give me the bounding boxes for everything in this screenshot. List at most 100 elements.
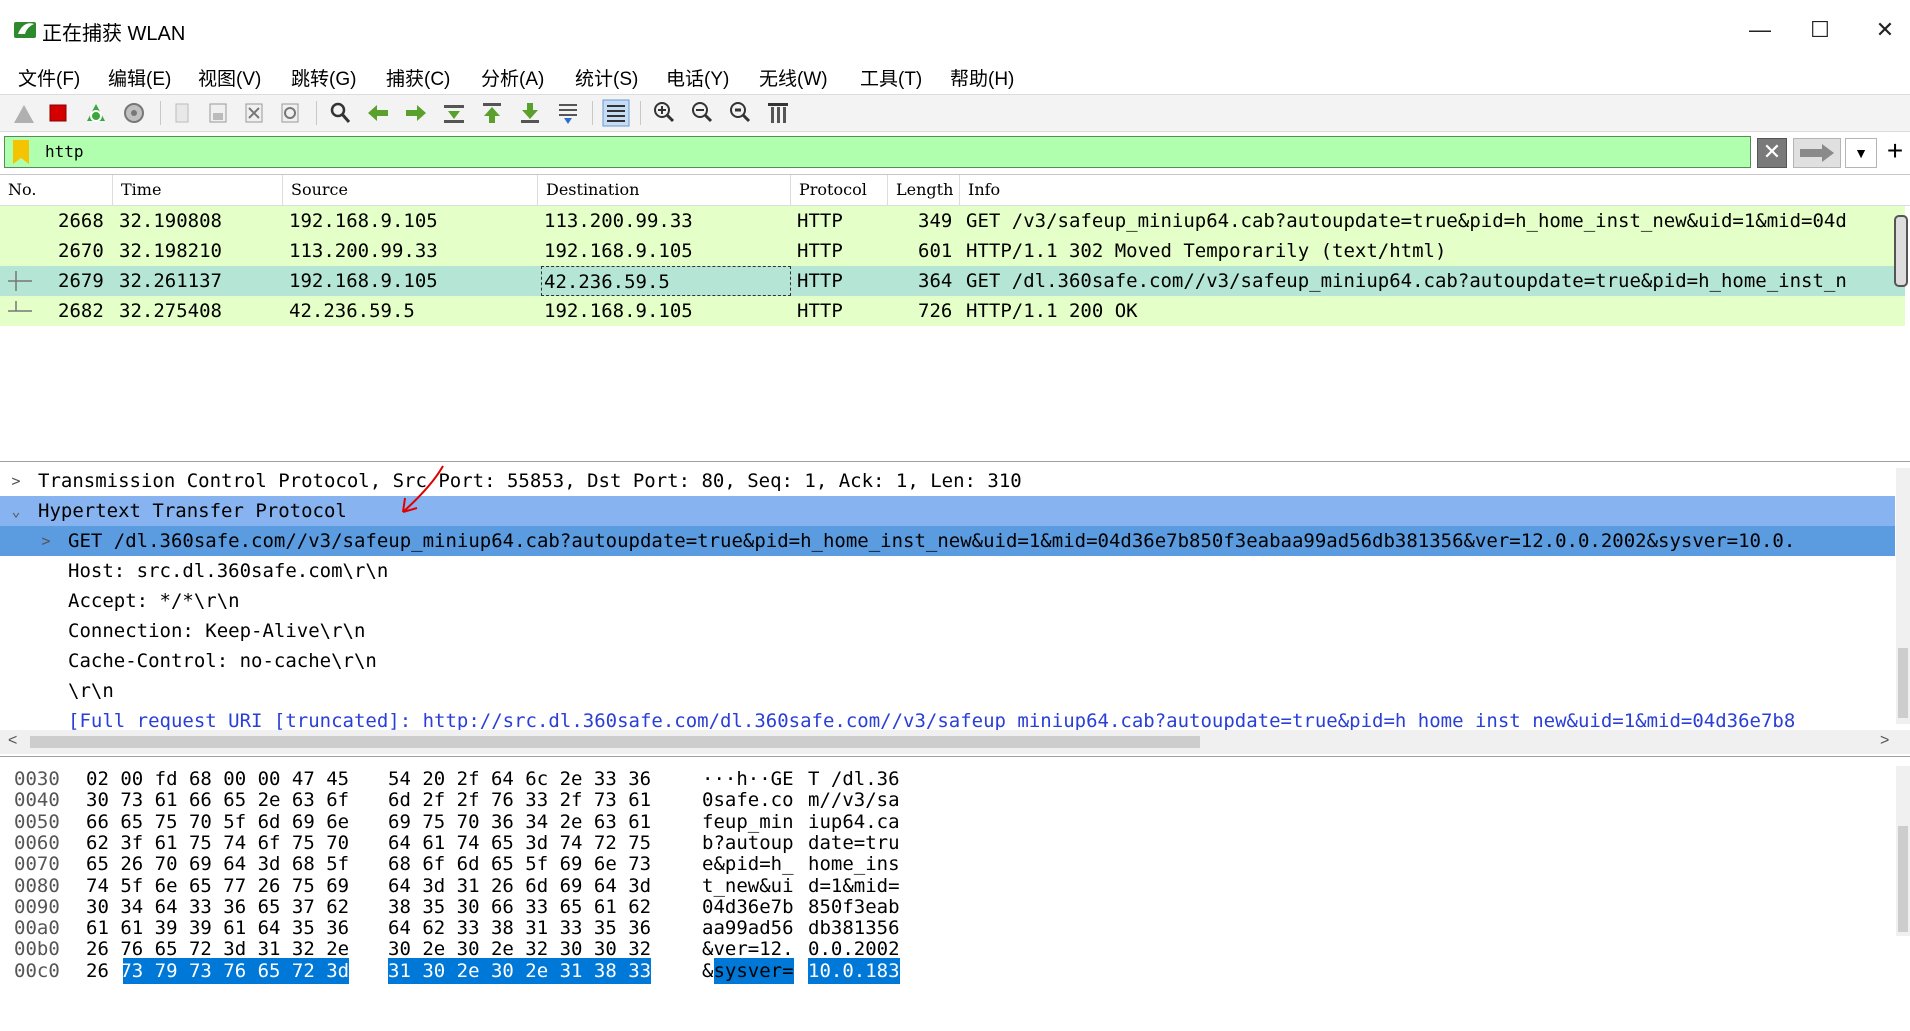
tree-item-tcp[interactable]: > Transmission Control Protocol, Src Por… bbox=[0, 466, 1895, 496]
packet-list-scrollbar[interactable] bbox=[1894, 215, 1908, 287]
red-arrow-annotation-icon bbox=[402, 465, 444, 513]
menu-file[interactable]: 文件(F) bbox=[14, 62, 84, 93]
zoom-in-icon[interactable] bbox=[650, 99, 678, 127]
hex-byte[interactable]: 26 bbox=[86, 960, 120, 982]
tree-item-label: \r\n bbox=[68, 680, 114, 702]
filter-history-dropdown[interactable]: ▼ bbox=[1845, 138, 1877, 168]
packet-length: 349 bbox=[918, 210, 953, 232]
restart-capture-icon[interactable] bbox=[82, 99, 110, 127]
menu-go[interactable]: 跳转(G) bbox=[287, 62, 360, 93]
byte-offset[interactable]: 00c0 bbox=[14, 958, 60, 984]
colorize-icon[interactable] bbox=[602, 99, 630, 127]
bytes-scroll-thumb[interactable] bbox=[1898, 826, 1908, 932]
packet-time: 32.275408 bbox=[119, 300, 222, 322]
packet-bytes-pane: 0030 02 00 fd 68 00 00 47 45 54 20 2f 64 6… bbox=[0, 758, 1910, 1031]
arrow-right-icon bbox=[1800, 144, 1834, 162]
packet-list: No. Time Source Destination Protocol Len… bbox=[0, 174, 1910, 462]
tree-item-label: Cache-Control: no-cache\r\n bbox=[68, 650, 377, 672]
packet-row[interactable]: 2682 32.275408 42.236.59.5 192.168.9.105… bbox=[0, 296, 1905, 326]
packet-destination: 192.168.9.105 bbox=[544, 300, 693, 322]
tree-item-http[interactable]: ⌄ Hypertext Transfer Protocol bbox=[0, 496, 1895, 526]
go-back-icon[interactable] bbox=[364, 99, 392, 127]
display-filter-box bbox=[4, 136, 1751, 168]
add-filter-button[interactable]: + bbox=[1882, 137, 1908, 166]
column-no[interactable]: No. bbox=[0, 175, 113, 205]
zoom-normal-icon[interactable] bbox=[726, 99, 754, 127]
tree-item-request-line[interactable]: > GET /dl.360safe.com//v3/safeup_miniup6… bbox=[0, 526, 1895, 556]
bytes-vertical-scrollbar[interactable] bbox=[1896, 766, 1910, 936]
column-source[interactable]: Source bbox=[283, 175, 538, 205]
close-file-icon[interactable] bbox=[240, 99, 268, 127]
display-filter-input[interactable] bbox=[45, 139, 1745, 163]
main-toolbar bbox=[0, 94, 1910, 132]
auto-scroll-icon[interactable] bbox=[554, 99, 582, 127]
packet-info: HTTP/1.1 302 Moved Temporarily (text/htm… bbox=[966, 240, 1447, 262]
apply-filter-button[interactable] bbox=[1793, 138, 1841, 168]
menu-statistics[interactable]: 统计(S) bbox=[571, 62, 642, 93]
scroll-right-icon[interactable]: > bbox=[1880, 732, 1889, 750]
column-protocol[interactable]: Protocol bbox=[791, 175, 888, 205]
expand-arrow-icon[interactable]: > bbox=[36, 526, 56, 556]
hex-bytes-group[interactable]: 31 30 2e 30 2e 31 38 33 bbox=[388, 958, 652, 984]
column-info[interactable]: Info bbox=[960, 175, 1905, 205]
menu-capture[interactable]: 捕获(C) bbox=[382, 62, 454, 93]
menu-tools[interactable]: 工具(T) bbox=[856, 62, 926, 93]
ascii-group[interactable]: 10.0.183 bbox=[808, 958, 900, 984]
packet-source: 192.168.9.105 bbox=[289, 210, 438, 232]
menu-telephony[interactable]: 电话(Y) bbox=[662, 62, 733, 93]
packet-no: 2668 bbox=[58, 210, 104, 232]
scroll-left-icon[interactable]: < bbox=[8, 732, 17, 750]
menu-analyze[interactable]: 分析(A) bbox=[477, 62, 548, 93]
go-last-packet-icon[interactable] bbox=[516, 99, 544, 127]
maximize-button[interactable]: ☐ bbox=[1790, 10, 1850, 50]
column-time[interactable]: Time bbox=[113, 175, 283, 205]
menu-bar: 文件(F) 编辑(E) 视图(V) 跳转(G) 捕获(C) 分析(A) 统计(S… bbox=[0, 58, 1910, 94]
packet-time: 32.198210 bbox=[119, 240, 222, 262]
menu-edit[interactable]: 编辑(E) bbox=[104, 62, 175, 93]
expand-arrow-icon[interactable]: > bbox=[6, 466, 26, 496]
details-horizontal-scrollbar[interactable]: < > bbox=[0, 730, 1910, 754]
go-first-packet-icon[interactable] bbox=[478, 99, 506, 127]
title-bar: 正在捕获 WLAN — ☐ ✕ bbox=[0, 0, 1910, 59]
packet-no: 2670 bbox=[58, 240, 104, 262]
details-hscroll-thumb[interactable] bbox=[30, 736, 1200, 748]
chevron-down-icon: ▼ bbox=[1854, 145, 1868, 161]
column-length[interactable]: Length bbox=[888, 175, 960, 205]
open-file-icon[interactable] bbox=[168, 99, 196, 127]
close-button[interactable]: ✕ bbox=[1855, 10, 1910, 50]
packet-protocol: HTTP bbox=[797, 210, 843, 232]
collapse-arrow-icon[interactable]: ⌄ bbox=[6, 496, 26, 526]
packet-row[interactable]: 2668 32.190808 192.168.9.105 113.200.99.… bbox=[0, 206, 1905, 236]
menu-help[interactable]: 帮助(H) bbox=[946, 62, 1018, 93]
minimize-button[interactable]: — bbox=[1730, 10, 1790, 50]
go-to-packet-icon[interactable] bbox=[440, 99, 468, 127]
window-title: 正在捕获 WLAN bbox=[42, 23, 186, 45]
packet-length: 601 bbox=[918, 240, 953, 262]
details-scroll-thumb[interactable] bbox=[1898, 648, 1908, 718]
ascii-group[interactable]: &sysver= bbox=[702, 958, 794, 984]
zoom-out-icon[interactable] bbox=[688, 99, 716, 127]
tree-item-label: Transmission Control Protocol, Src Port:… bbox=[38, 470, 1022, 492]
hex-bytes-selected[interactable]: 73 79 73 76 65 72 3d bbox=[120, 960, 349, 982]
start-capture-icon[interactable] bbox=[10, 99, 38, 127]
reload-file-icon[interactable] bbox=[276, 99, 304, 127]
packet-length: 726 bbox=[918, 300, 953, 322]
packet-info: GET /dl.360safe.com//v3/safeup_miniup64.… bbox=[966, 270, 1847, 292]
menu-view[interactable]: 视图(V) bbox=[194, 62, 265, 93]
packet-details-pane: > Transmission Control Protocol, Src Por… bbox=[0, 462, 1910, 757]
menu-wireless[interactable]: 无线(W) bbox=[755, 62, 832, 93]
column-destination[interactable]: Destination bbox=[538, 175, 791, 205]
hex-bytes-group[interactable]: 26 73 79 73 76 65 72 3d bbox=[86, 958, 350, 984]
clear-filter-button[interactable]: ✕ bbox=[1757, 138, 1787, 168]
resize-columns-icon[interactable] bbox=[764, 99, 792, 127]
packet-row-selected[interactable]: 2679 32.261137 192.168.9.105 42.236.59.5… bbox=[0, 266, 1905, 296]
bookmark-icon[interactable] bbox=[13, 140, 29, 164]
save-file-icon[interactable] bbox=[204, 99, 232, 127]
find-packet-icon[interactable] bbox=[326, 99, 354, 127]
shark-fin-icon bbox=[14, 22, 36, 38]
go-forward-icon[interactable] bbox=[402, 99, 430, 127]
capture-options-icon[interactable] bbox=[120, 99, 148, 127]
stop-capture-icon[interactable] bbox=[44, 99, 72, 127]
packet-row[interactable]: 2670 32.198210 113.200.99.33 192.168.9.1… bbox=[0, 236, 1905, 266]
details-vertical-scrollbar[interactable] bbox=[1896, 468, 1910, 724]
